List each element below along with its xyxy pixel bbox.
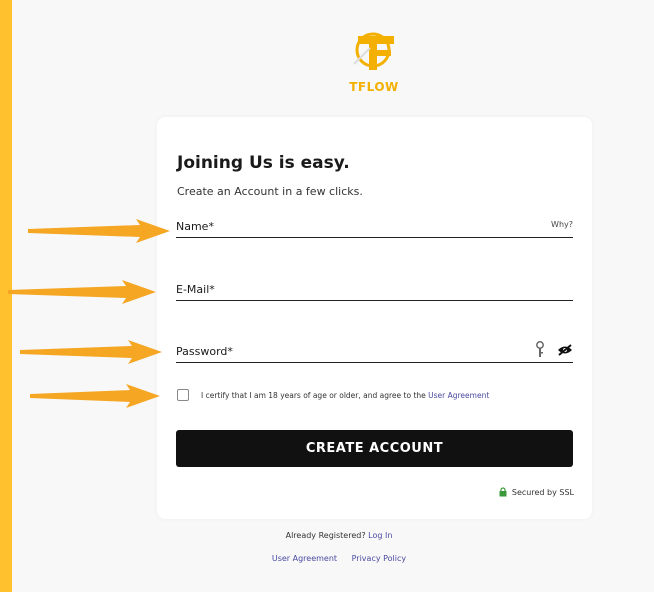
key-icon[interactable] <box>535 341 545 359</box>
consent-text: I certify that I am 18 years of age or o… <box>201 391 489 400</box>
footer-user-agreement-link[interactable]: User Agreement <box>272 554 337 563</box>
annotation-arrow-email <box>8 280 156 304</box>
user-agreement-link[interactable]: User Agreement <box>428 391 489 400</box>
signup-card: Joining Us is easy. Create an Account in… <box>157 117 592 519</box>
footer-privacy-policy-link[interactable]: Privacy Policy <box>352 554 407 563</box>
consent-row: I certify that I am 18 years of age or o… <box>177 389 489 401</box>
annotation-arrow-checkbox <box>30 384 160 408</box>
password-field[interactable]: Password* <box>176 340 573 363</box>
why-link[interactable]: Why? <box>551 220 573 229</box>
name-label: Name* <box>176 220 214 233</box>
create-account-button[interactable]: CREATE ACCOUNT <box>176 430 573 467</box>
page-subtitle: Create an Account in a few clicks. <box>177 185 363 198</box>
consent-checkbox[interactable] <box>177 389 189 401</box>
name-field[interactable]: Name* Why? <box>176 215 573 238</box>
login-link[interactable]: Log In <box>368 531 392 540</box>
email-label: E-Mail* <box>176 283 215 296</box>
already-registered-text: Already Registered? <box>285 531 366 540</box>
already-registered: Already Registered? Log In <box>12 531 654 540</box>
consent-label: I certify that I am 18 years of age or o… <box>201 390 426 400</box>
footer-links: User Agreement Privacy Policy <box>12 554 654 563</box>
lock-icon <box>499 487 507 497</box>
annotation-arrow-name <box>28 219 170 243</box>
annotation-arrow-password <box>20 340 162 364</box>
email-field[interactable]: E-Mail* <box>176 278 573 301</box>
page-title: Joining Us is easy. <box>177 153 350 173</box>
brand-name: TFLOW <box>349 80 399 94</box>
password-label: Password* <box>176 345 233 358</box>
ssl-badge: Secured by SSL <box>499 487 574 497</box>
eye-slash-icon[interactable] <box>557 344 573 356</box>
ssl-text: Secured by SSL <box>511 487 574 497</box>
